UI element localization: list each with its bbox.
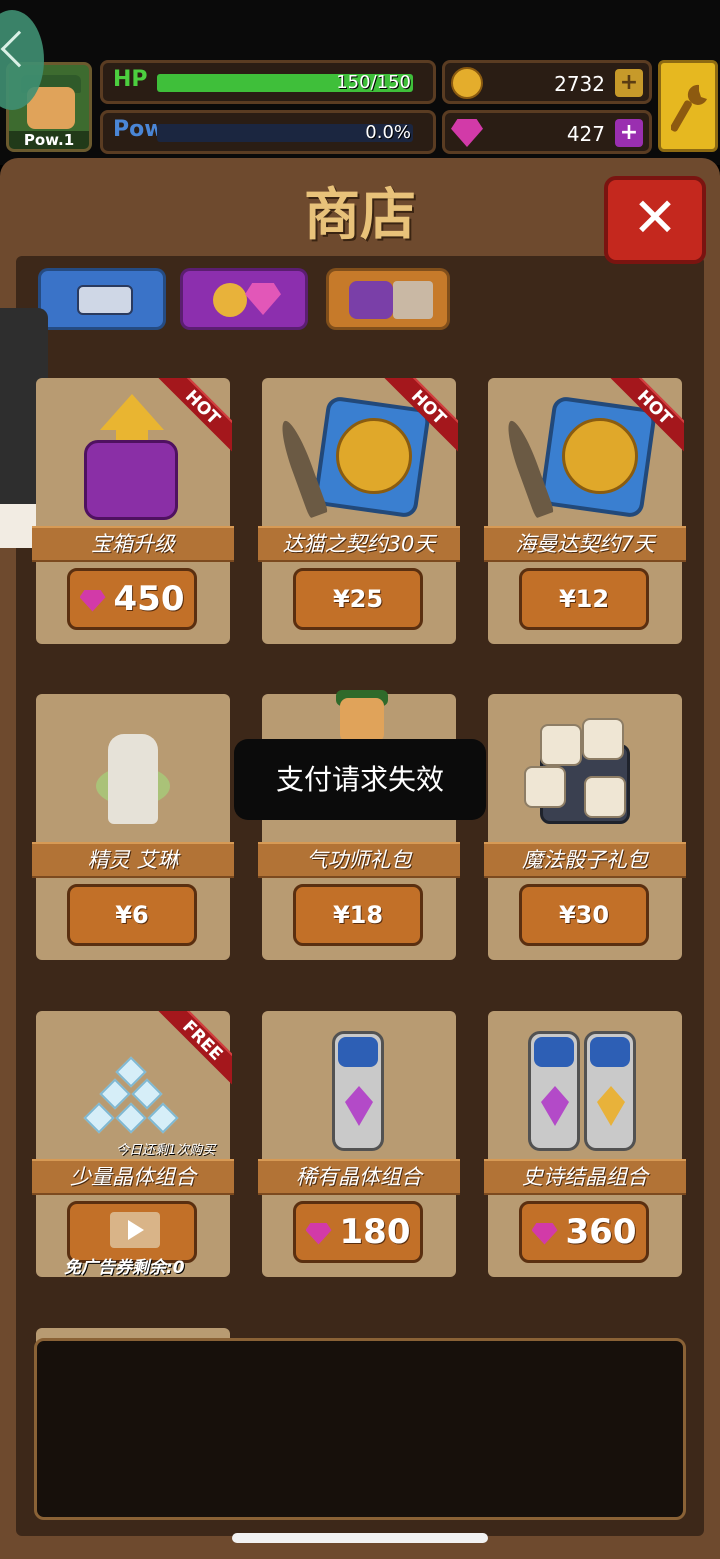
buy-button[interactable]: ¥6 — [67, 884, 197, 946]
shop-item-chest-upgrade[interactable]: HOT 宝箱升级 450 — [32, 378, 234, 644]
wrench-icon — [671, 84, 707, 132]
tube-cap-shape — [338, 1037, 378, 1067]
hot-badge: HOT — [606, 378, 684, 456]
toast-message: 支付请求失效 — [234, 739, 486, 820]
gem-icon — [531, 1222, 558, 1245]
close-button[interactable]: ✕ — [604, 176, 706, 264]
gem-icon — [79, 589, 106, 612]
item-image — [488, 1011, 682, 1159]
item-image — [36, 694, 230, 842]
tube-cap-shape — [534, 1037, 574, 1067]
chest-icon — [349, 281, 393, 319]
shop-item-rare-crystal-pack[interactable]: 稀有晶体组合 180 — [258, 1011, 460, 1277]
dice-icon — [582, 718, 624, 760]
gem-icon — [345, 1086, 373, 1126]
shop-item-epic-crystal-pack[interactable]: 史诗结晶组合 360 — [484, 1011, 686, 1277]
pow-value: 0.0% — [365, 122, 411, 143]
item-label: 魔法骰子礼包 — [484, 842, 686, 878]
gem-value: 427 — [566, 122, 605, 146]
hp-value: 150/150 — [336, 72, 411, 93]
coin-icon — [213, 283, 247, 317]
crystal-icon — [147, 1102, 179, 1134]
shop-item-magic-dice-pack[interactable]: 魔法骰子礼包 ¥30 — [484, 694, 686, 960]
hot-badge: HOT — [380, 378, 458, 456]
page-title: 商店 — [304, 182, 416, 248]
item-label: 史诗结晶组合 — [484, 1159, 686, 1195]
gem-icon — [305, 1222, 332, 1245]
buy-button[interactable]: 180 — [293, 1201, 423, 1263]
elf-cat-icon — [108, 734, 158, 824]
shop-item-small-crystal-pack[interactable]: 今日还剩1次购买 FREE 少量晶体组合 免广告券剩余:0 — [32, 1011, 234, 1278]
item-label: 稀有晶体组合 — [258, 1159, 460, 1195]
gem-icon — [541, 1086, 569, 1126]
item-label: 气功师礼包 — [258, 842, 460, 878]
gem-icon — [451, 119, 483, 147]
gold-value: 2732 — [554, 72, 605, 96]
buy-button[interactable]: 360 — [519, 1201, 649, 1263]
buy-button[interactable]: 450 — [67, 568, 197, 630]
dice-icon — [540, 724, 582, 766]
hp-label: HP — [113, 67, 148, 92]
hot-badge: HOT — [154, 378, 232, 456]
qigong-character-icon — [340, 698, 384, 742]
pow-bar: Pow 0.0% — [100, 110, 436, 154]
coin-icon — [451, 67, 483, 99]
add-gold-button[interactable]: + — [615, 69, 643, 97]
shop-item-cat-contract-30[interactable]: HOT 达猫之契约30天 ¥25 — [258, 378, 460, 644]
armor-icon — [77, 285, 133, 315]
dice-icon — [584, 776, 626, 818]
gem-counter: 427 + — [442, 110, 652, 154]
item-label: 海曼达契约7天 — [484, 526, 686, 562]
tube-cap-shape — [590, 1037, 630, 1067]
purchase-limit-note: 今日还剩1次购买 — [116, 1143, 216, 1158]
item-label: 少量晶体组合 — [32, 1159, 234, 1195]
item-label: 宝箱升级 — [32, 526, 234, 562]
star-gem-icon — [597, 1086, 625, 1126]
video-icon — [110, 1212, 160, 1248]
shop-item-qigong-pack[interactable]: 气功师礼包 ¥18 — [258, 690, 460, 960]
crystal-tube-icon — [528, 1031, 580, 1151]
gold-counter: 2732 + — [442, 60, 652, 104]
player-level: Pow.1 — [9, 131, 89, 149]
buy-button[interactable]: ¥25 — [293, 568, 423, 630]
item-image — [262, 1011, 456, 1159]
free-badge: FREE — [154, 1011, 232, 1089]
item-image — [488, 694, 682, 842]
buy-button[interactable]: ¥18 — [293, 884, 423, 946]
tab-currency[interactable] — [180, 268, 308, 330]
hp-bar: HP 150/150 — [100, 60, 436, 104]
tab-items[interactable] — [326, 268, 450, 330]
item-label: 达猫之契约30天 — [258, 526, 460, 562]
dice-icon — [524, 766, 566, 808]
shop-item-elf-irene[interactable]: 精灵 艾琳 ¥6 — [32, 694, 234, 960]
home-indicator[interactable] — [232, 1533, 488, 1543]
item-label: 精灵 艾琳 — [32, 842, 234, 878]
gem-icon — [245, 283, 281, 315]
add-gem-button[interactable]: + — [615, 119, 643, 147]
settings-button[interactable] — [658, 60, 718, 152]
message-box — [34, 1338, 686, 1520]
crystal-tube-icon — [584, 1031, 636, 1151]
buy-button[interactable]: ¥12 — [519, 568, 649, 630]
buy-button[interactable]: ¥30 — [519, 884, 649, 946]
ad-ticket-note: 免广告券剩余:0 — [64, 1258, 185, 1278]
close-icon: ✕ — [632, 186, 678, 249]
scroll-icon — [393, 281, 433, 319]
crystal-icon — [83, 1102, 115, 1134]
crystal-icon — [115, 1102, 147, 1134]
crystal-tube-icon — [332, 1031, 384, 1151]
tab-equipment[interactable] — [38, 268, 166, 330]
shop-item-haiman-contract-7[interactable]: HOT 海曼达契约7天 ¥12 — [484, 378, 686, 644]
